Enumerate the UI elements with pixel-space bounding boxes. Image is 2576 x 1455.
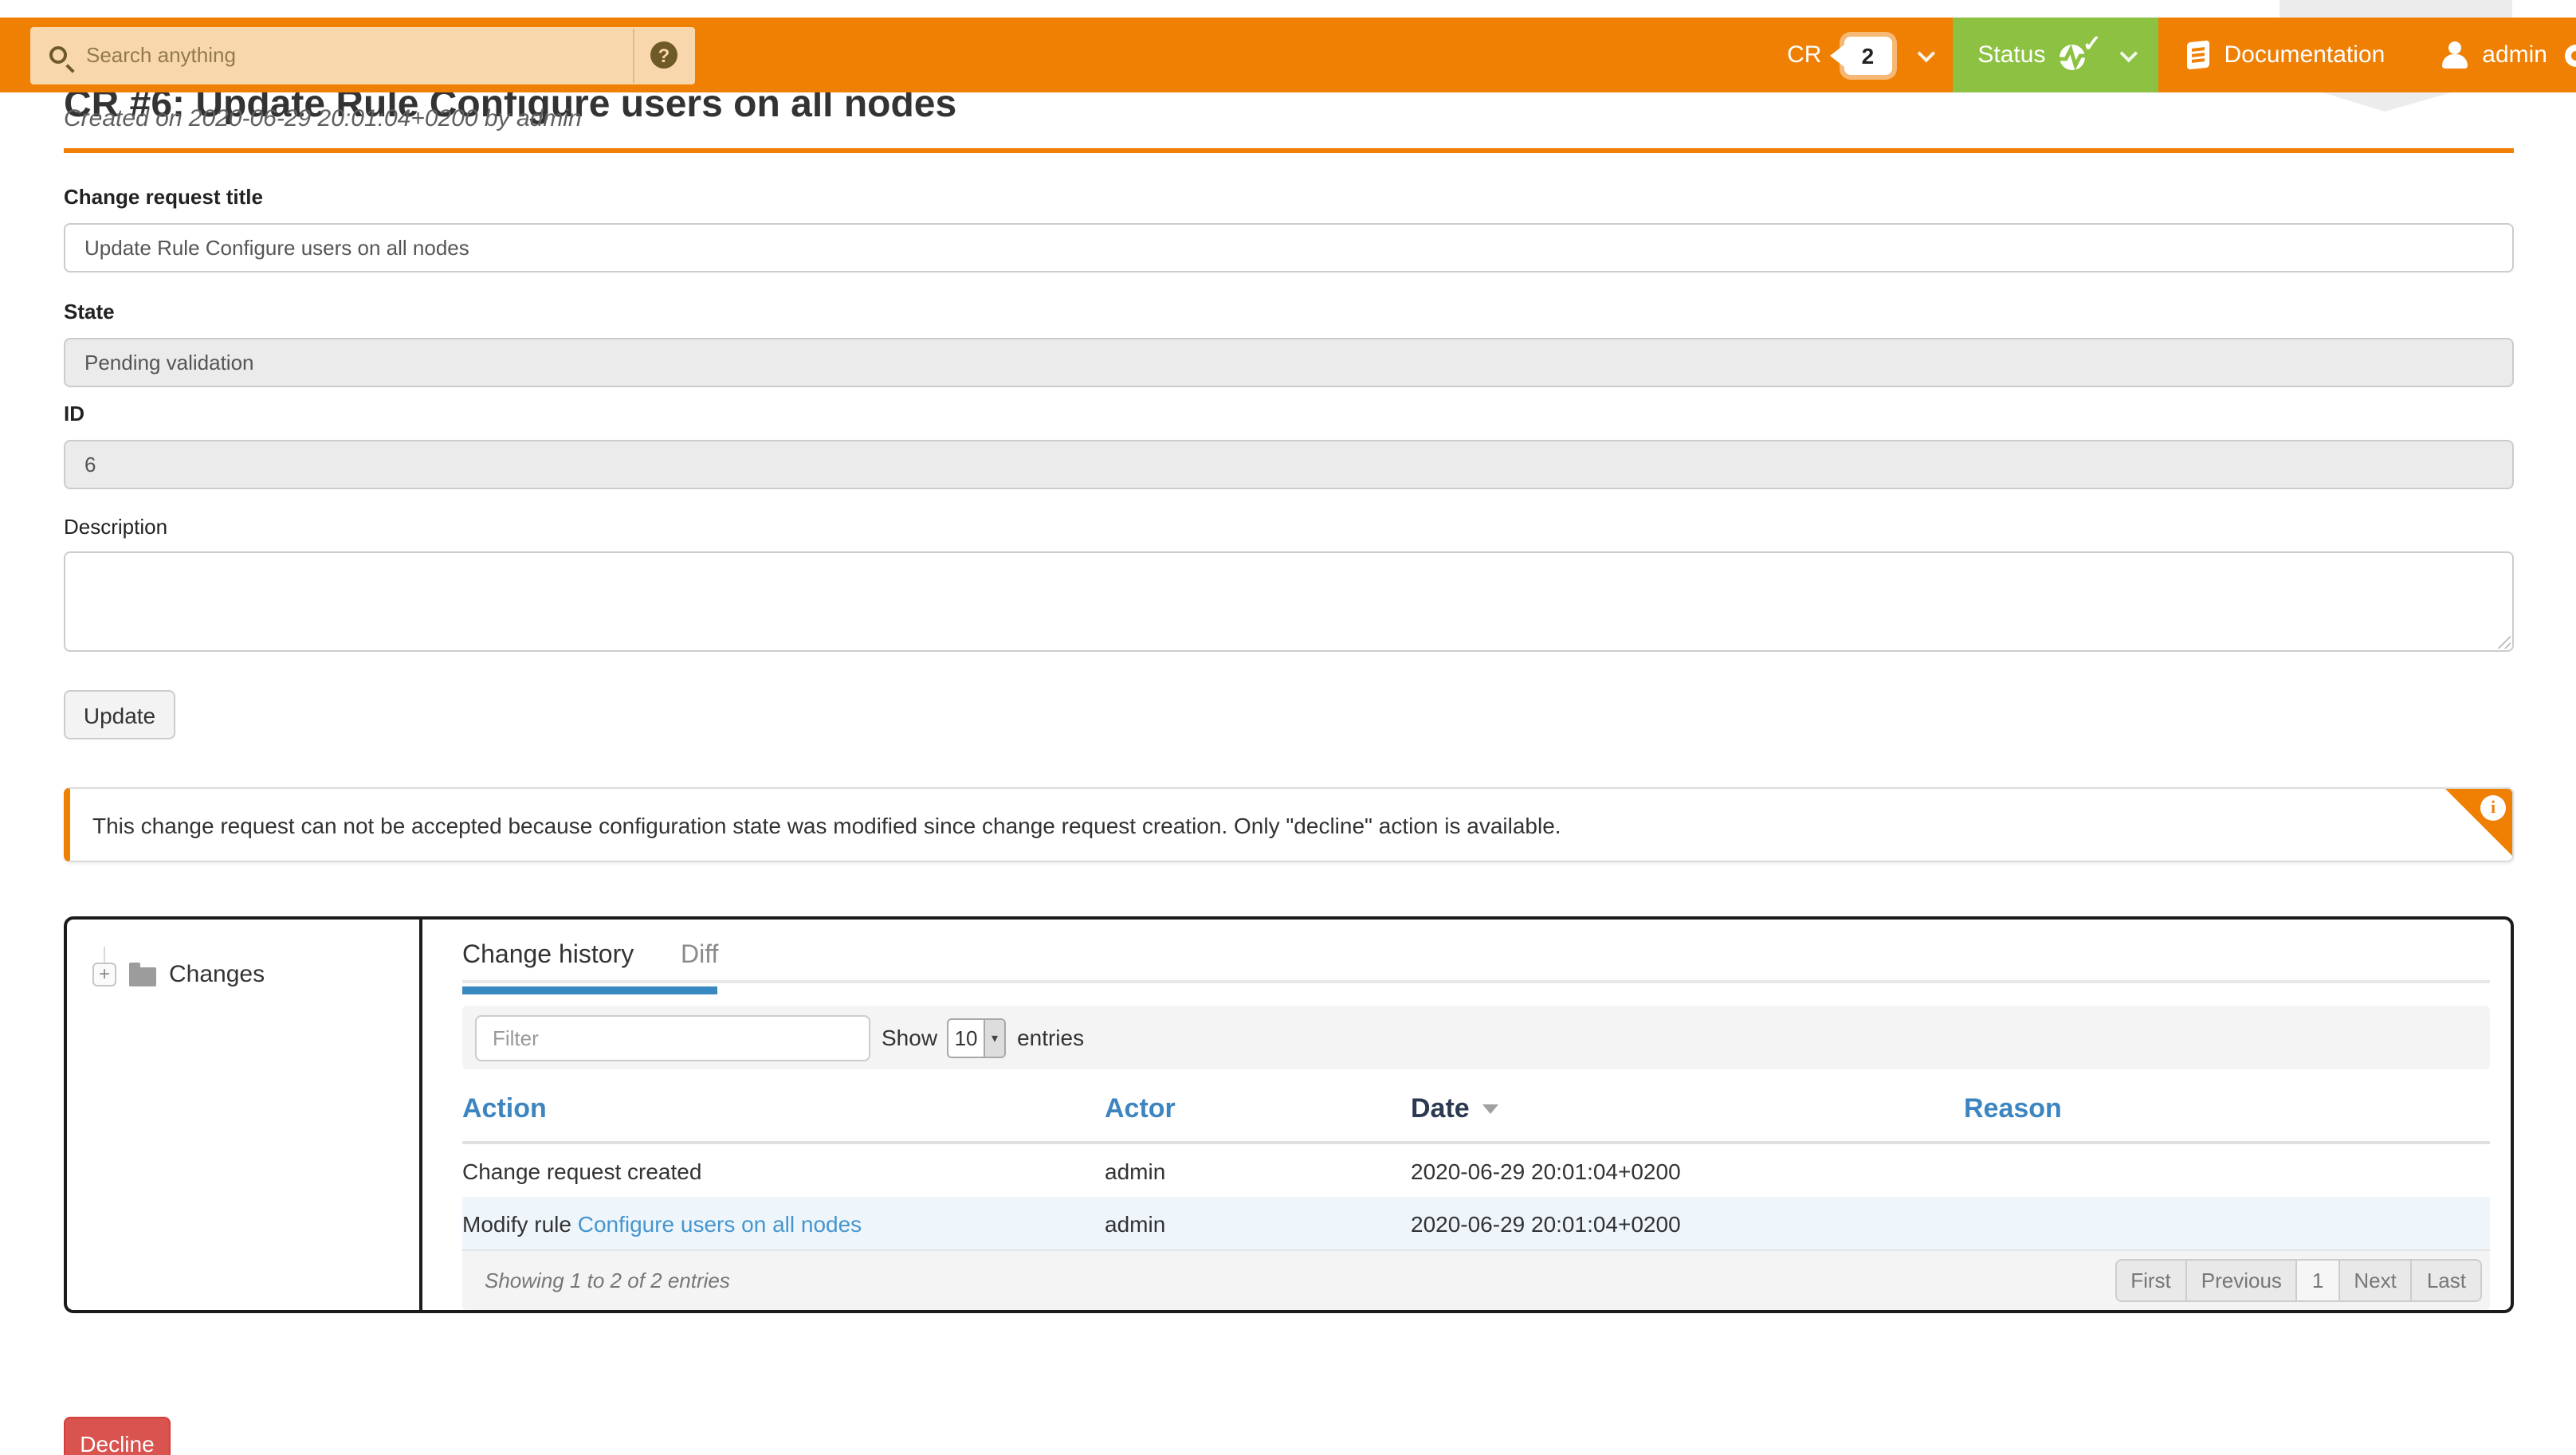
change-request-title-input[interactable] — [64, 223, 2514, 273]
tab-change-history[interactable]: Change history — [462, 942, 634, 971]
check-icon: ✓ — [2083, 29, 2101, 57]
tree-expand-icon[interactable]: + — [92, 963, 116, 986]
page-size-select[interactable]: 10 ▾ — [947, 1018, 1006, 1057]
tabs-row: Change history Diff — [462, 920, 2490, 996]
chevron-down-icon — [2120, 44, 2138, 62]
app-root: CR #6: Update Rule Configure users on al… — [0, 0, 2576, 1455]
table-row: Modify rule Configure users on all nodes… — [462, 1197, 2490, 1249]
user-menu[interactable]: admin — [2413, 18, 2576, 92]
column-header-action[interactable]: Action — [462, 1093, 1105, 1125]
table-row: Change request created admin 2020-06-29 … — [462, 1144, 2490, 1197]
active-tab-underline — [462, 986, 717, 994]
tab-diff[interactable]: Diff — [681, 942, 718, 971]
column-header-date[interactable]: Date — [1411, 1093, 1964, 1125]
show-label: Show — [882, 1025, 937, 1050]
documentation-link[interactable]: Documentation — [2158, 18, 2413, 92]
state-field-label: State — [64, 300, 2514, 325]
changes-tab-pane: Change history Diff Show 10 ▾ entries Ac… — [422, 920, 2511, 1310]
page-size-value: 10 — [948, 1026, 984, 1049]
title-field-label: Change request title — [64, 185, 2514, 210]
sort-desc-icon — [1482, 1104, 1498, 1114]
entries-label: entries — [1017, 1025, 1084, 1050]
viewport: CR #6: Update Rule Configure users on al… — [0, 0, 2576, 1455]
description-textarea[interactable] — [64, 551, 2514, 652]
changes-tree: + Changes — [67, 920, 422, 1310]
cell-actor: admin — [1105, 1210, 1411, 1236]
id-field-label: ID — [64, 402, 2514, 427]
cell-date: 2020-06-29 20:01:04+0200 — [1411, 1210, 1964, 1236]
tree-node-label: Changes — [169, 961, 265, 988]
rule-link[interactable]: Configure users on all nodes — [578, 1210, 862, 1236]
description-field-label: Description — [64, 515, 2514, 540]
warning-text: This change request can not be accepted … — [92, 812, 1561, 837]
global-search[interactable]: ? — [30, 26, 695, 84]
search-input[interactable] — [83, 41, 633, 69]
cr-count-badge: 2 — [1844, 36, 1891, 74]
table-header-row: Action Actor Date Reason — [462, 1077, 2490, 1144]
user-icon — [2442, 41, 2468, 69]
filter-input[interactable] — [475, 1014, 870, 1061]
column-header-reason[interactable]: Reason — [1964, 1093, 2490, 1125]
created-on-subtitle: Created on 2020-06-29 20:01:04+0200 by a… — [64, 105, 2514, 134]
update-button[interactable]: Update — [64, 690, 175, 739]
decline-button[interactable]: Decline — [64, 1417, 171, 1455]
documentation-label: Documentation — [2224, 41, 2385, 69]
description-wrap — [64, 551, 2514, 652]
tabs-divider — [462, 980, 2490, 983]
search-icon — [49, 46, 67, 64]
cell-date: 2020-06-29 20:01:04+0200 — [1411, 1158, 1964, 1183]
pagination-last[interactable]: Last — [2411, 1261, 2480, 1300]
orange-divider — [64, 148, 2514, 153]
cell-actor: admin — [1105, 1158, 1411, 1183]
heartbeat-status-icon: ✓ — [2060, 39, 2095, 71]
status-menu[interactable]: Status ✓ — [1952, 18, 2158, 92]
change-requests-menu[interactable]: CR 2 — [1765, 18, 1952, 92]
book-icon — [2187, 41, 2209, 70]
state-input — [64, 338, 2514, 387]
changes-panel: + Changes Change history Diff Show 10 — [64, 916, 2514, 1313]
column-header-actor[interactable]: Actor — [1105, 1093, 1411, 1125]
main-content: Created on 2020-06-29 20:01:04+0200 by a… — [64, 105, 2514, 1455]
pagination-first[interactable]: First — [2116, 1261, 2185, 1300]
pagination: First Previous 1 Next Last — [2115, 1259, 2482, 1302]
search-separator — [633, 28, 634, 82]
cell-action: Modify rule Configure users on all nodes — [462, 1210, 1105, 1236]
folder-icon — [129, 967, 156, 986]
status-label: Status — [1977, 41, 2045, 69]
pagination-previous[interactable]: Previous — [2185, 1261, 2296, 1300]
table-controls: Show 10 ▾ entries — [462, 1006, 2490, 1069]
user-label: admin — [2482, 41, 2547, 69]
warning-banner: This change request can not be accepted … — [64, 787, 2514, 862]
pagination-next[interactable]: Next — [2338, 1261, 2410, 1300]
pagination-page-1[interactable]: 1 — [2296, 1261, 2338, 1300]
table-footer: Showing 1 to 2 of 2 entries First Previo… — [462, 1249, 2490, 1310]
chevron-down-icon — [1917, 44, 1935, 62]
info-icon: i — [2480, 795, 2506, 821]
cell-action: Change request created — [462, 1158, 1105, 1183]
select-caret-icon: ▾ — [984, 1019, 1004, 1056]
tree-node-changes[interactable]: + Changes — [92, 961, 419, 988]
entries-summary: Showing 1 to 2 of 2 entries — [485, 1269, 730, 1292]
cr-label: CR — [1787, 41, 1821, 69]
search-help-icon[interactable]: ? — [650, 41, 677, 69]
id-input — [64, 440, 2514, 489]
topbar: ? CR 2 Status ✓ Documentation adm — [0, 18, 2576, 92]
